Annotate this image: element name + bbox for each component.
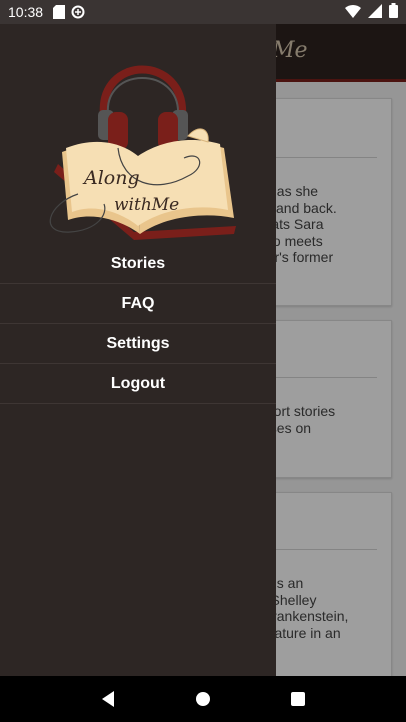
status-time: 10:38 — [8, 4, 44, 20]
wifi-icon — [345, 4, 361, 21]
menu-item-stories[interactable]: Stories — [0, 244, 276, 284]
svg-text:Along: Along — [82, 167, 140, 189]
system-nav-bar — [0, 676, 406, 722]
drawer-menu: Stories FAQ Settings Logout — [0, 244, 276, 404]
back-icon[interactable] — [88, 679, 128, 719]
home-icon[interactable] — [183, 679, 223, 719]
app-logo: Along withMe — [38, 44, 238, 244]
svg-text:withMe: withMe — [114, 195, 179, 215]
status-right-icons — [345, 3, 398, 21]
headphones-book-logo-icon: Along withMe — [49, 65, 236, 240]
signal-icon — [368, 3, 382, 21]
battery-icon — [389, 3, 398, 21]
recents-icon[interactable] — [278, 679, 318, 719]
status-bar: 10:38 — [0, 0, 406, 24]
navigation-drawer: Along withMe Stories FAQ Settings Logout — [0, 24, 276, 676]
menu-item-faq[interactable]: FAQ — [0, 284, 276, 324]
sd-card-icon — [53, 5, 66, 19]
sync-icon — [71, 5, 85, 19]
menu-item-logout[interactable]: Logout — [0, 364, 276, 404]
menu-item-settings[interactable]: Settings — [0, 324, 276, 364]
